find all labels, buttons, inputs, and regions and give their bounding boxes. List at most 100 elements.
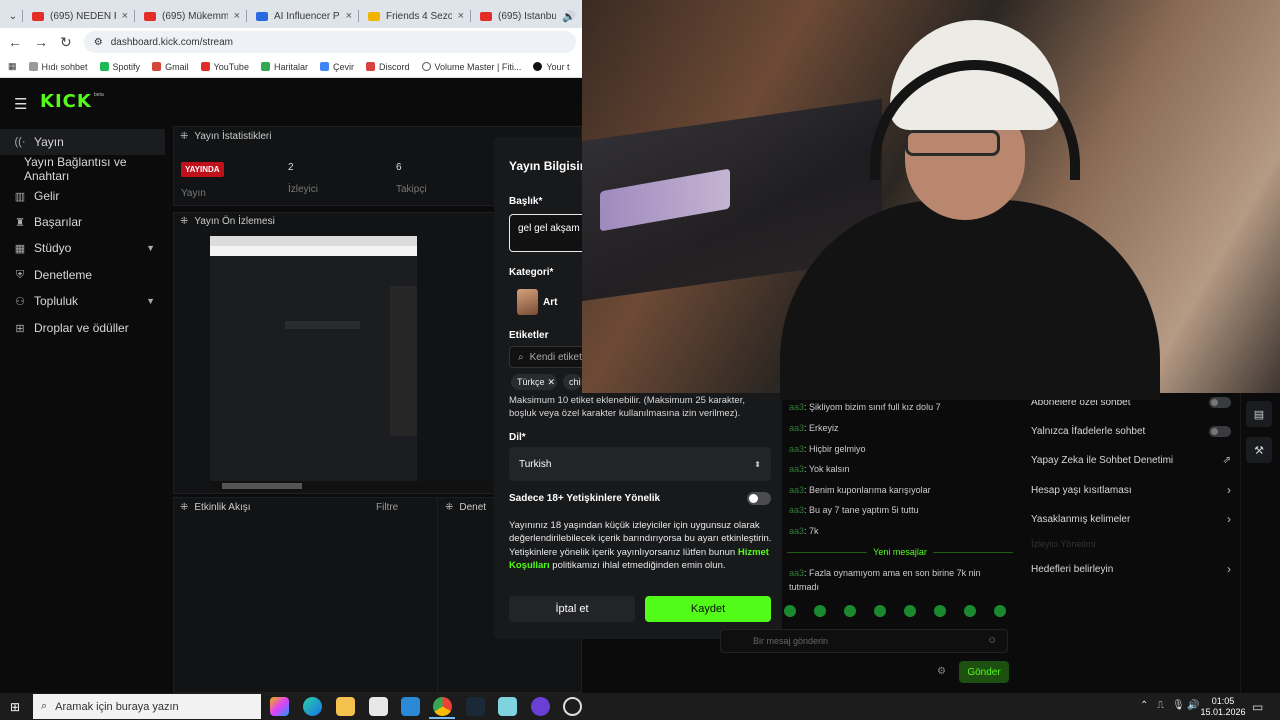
windows-start-icon[interactable]: ⊞ (10, 700, 20, 714)
obs-icon[interactable] (531, 697, 550, 716)
emote-icon[interactable] (904, 605, 916, 617)
setting-account-age[interactable]: Hesap yaşı kısıtlaması › (1031, 481, 1231, 499)
store-icon[interactable] (369, 697, 388, 716)
emote-icon[interactable] (964, 605, 976, 617)
category-thumbnail[interactable] (517, 289, 538, 315)
setting-goals[interactable]: Hedefleri belirleyin › (1031, 560, 1231, 578)
bookmark[interactable]: Your t (533, 62, 570, 72)
clock-date[interactable]: 15.01.2026 (1198, 707, 1248, 717)
emote-icon[interactable] (994, 605, 1006, 617)
bookmark[interactable]: Hıdı sohbet (28, 62, 88, 72)
microphone-icon[interactable]: 🎙 (1172, 700, 1185, 711)
taskbar-search[interactable]: ⌕ Aramak için buraya yazın (33, 694, 261, 719)
chat-username[interactable]: aa3 (789, 402, 804, 412)
stream-preview[interactable] (210, 236, 417, 491)
sidebar-item-studio[interactable]: ▦ Stüdyo ▼ (0, 235, 165, 261)
network-icon[interactable]: ⎍ (1157, 700, 1164, 711)
emote-icon[interactable] (934, 605, 946, 617)
sidebar-item-revenue[interactable]: ▥ Gelir (0, 183, 165, 209)
back-icon[interactable]: ← (8, 34, 22, 50)
close-icon[interactable]: × (122, 10, 128, 22)
menu-icon[interactable]: ☰ (14, 95, 27, 113)
category-name[interactable]: Art (543, 297, 557, 308)
browser-tab[interactable]: (695) Mükemmel × (134, 4, 246, 28)
gear-icon[interactable]: ⚙ (937, 666, 946, 677)
close-icon[interactable]: × (234, 10, 240, 22)
edge-icon[interactable] (303, 697, 322, 716)
adult-only-toggle[interactable] (747, 492, 771, 505)
drag-icon[interactable]: ⁜ (180, 131, 188, 142)
close-icon[interactable]: × (458, 10, 464, 22)
drag-icon[interactable]: ⁜ (445, 502, 453, 513)
setting-emote-only[interactable]: Yalnızca İfadelerle sohbet (1031, 422, 1231, 440)
chat-input[interactable]: Bir mesaj gönderin (720, 629, 1008, 653)
preview-scrollbar[interactable] (210, 481, 488, 491)
browser-tab[interactable]: Friends 4 Sezon 16 × (358, 4, 470, 28)
url-field[interactable]: ⚙ dashboard.kick.com/stream (83, 31, 576, 53)
send-button[interactable]: Gönder (959, 661, 1009, 683)
bookmark[interactable]: Volume Master | Fiti... (421, 62, 521, 72)
reload-icon[interactable]: ↻ (60, 34, 72, 51)
emote-icon[interactable] (874, 605, 886, 617)
language-select[interactable]: Turkish ⬍ (509, 447, 771, 481)
chat-username[interactable]: aa3 (789, 485, 804, 495)
chat-layout-icon[interactable]: ▤ (1246, 401, 1272, 427)
emote-icon[interactable] (814, 605, 826, 617)
sidebar-item-moderation[interactable]: ⛨ Denetleme (0, 262, 165, 288)
emote-icon[interactable] (844, 605, 856, 617)
chat-username[interactable]: aa3 (789, 526, 804, 536)
title-input[interactable]: gel gel akşam (509, 214, 589, 252)
notepad-icon[interactable] (498, 697, 517, 716)
chat-username[interactable]: aa3 (789, 568, 804, 578)
toggle-switch[interactable] (1209, 396, 1231, 408)
emoji-icon[interactable]: ☺ (987, 635, 997, 646)
setting-banned-words[interactable]: Yasaklanmış kelimeler › (1031, 510, 1231, 528)
kick-logo[interactable]: KICK (40, 91, 92, 112)
bookmark[interactable]: Spotify (99, 62, 140, 72)
setting-ai-moderation[interactable]: Yapay Zeka ile Sohbet Denetimi ⇗ (1031, 451, 1231, 469)
tags-input[interactable]: ⌕ Kendi etiket (509, 346, 589, 368)
browser-tab[interactable]: AI Influencer Pron × (246, 4, 358, 28)
chat-username[interactable]: aa3 (789, 444, 804, 454)
chevron-up-icon[interactable]: ⌃ (1140, 700, 1148, 711)
bookmark[interactable]: YouTube (200, 62, 249, 72)
steam-icon[interactable] (466, 697, 485, 716)
sidebar-item-achievements[interactable]: ♜ Başarılar (0, 209, 165, 235)
chat-username[interactable]: aa3 (789, 505, 804, 515)
paint-icon[interactable] (401, 697, 420, 716)
tag-chip[interactable]: Türkçe ✕ (511, 374, 557, 390)
sidebar-item-stream[interactable]: ((· Yayın (0, 129, 165, 155)
drag-icon[interactable]: ⁜ (180, 502, 188, 513)
chrome-icon[interactable] (433, 697, 452, 716)
sidebar-item-community[interactable]: ⚇ Topluluk ▼ (0, 288, 165, 314)
chat-username[interactable]: aa3 (789, 464, 804, 474)
cancel-button[interactable]: İptal et (509, 596, 635, 622)
site-info-icon[interactable]: ⚙ (94, 37, 103, 48)
tab-search-button[interactable]: ⌄ (4, 4, 22, 28)
close-icon[interactable]: × (346, 10, 352, 22)
speaker-icon[interactable]: 🔊 (562, 10, 576, 23)
chat-username[interactable]: aa3 (789, 423, 804, 433)
filter-button[interactable]: Filtre (376, 502, 398, 513)
file-explorer-icon[interactable] (336, 697, 355, 716)
toggle-switch[interactable] (1209, 425, 1231, 437)
bookmark[interactable]: Discord (365, 62, 410, 72)
notification-icon[interactable]: ▭ (1252, 700, 1263, 714)
sidebar-item-stream-key[interactable]: Yayın Bağlantısı ve Anahtarı (0, 155, 165, 183)
drag-icon[interactable]: ⁜ (180, 216, 188, 227)
clock-time[interactable]: 01:05 (1204, 696, 1242, 706)
apps-icon[interactable]: ▦ (8, 61, 17, 72)
forward-icon[interactable]: → (34, 34, 48, 50)
bookmark[interactable]: Haritalar (260, 62, 308, 72)
setting-viewer-management[interactable]: İzleyici Yönetimi (1031, 539, 1095, 549)
sidebar-item-drops[interactable]: ⊞ Droplar ve ödüller (0, 315, 165, 341)
close-icon[interactable]: ✕ (548, 377, 556, 388)
wrench-icon[interactable]: ⚒ (1246, 437, 1272, 463)
bookmark[interactable]: Gmail (152, 62, 189, 72)
browser-tab[interactable]: (695) NEDEN FAK × (22, 4, 134, 28)
app-icon[interactable] (563, 697, 582, 716)
bookmark[interactable]: Çevir (319, 62, 354, 72)
tag-chip[interactable]: chi (563, 374, 582, 390)
copilot-icon[interactable] (270, 697, 289, 716)
emote-icon[interactable] (784, 605, 796, 617)
